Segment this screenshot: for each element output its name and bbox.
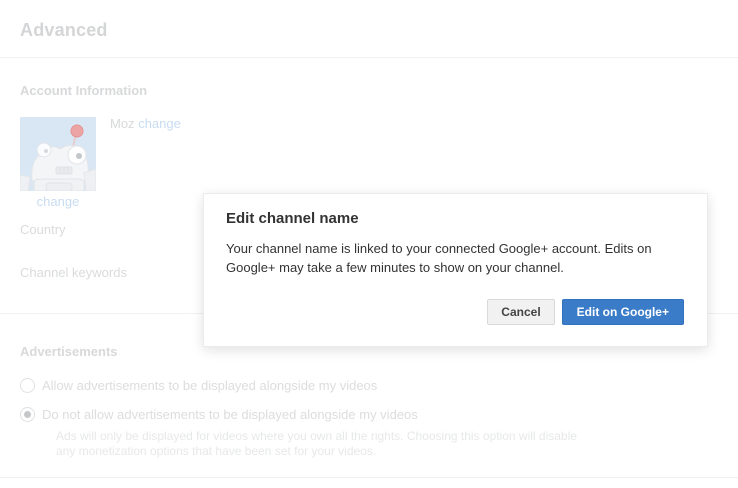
dialog-body-text: Your channel name is linked to your conn… xyxy=(226,241,652,275)
divider xyxy=(0,477,738,478)
ads-allow-label[interactable]: Allow advertisements to be displayed alo… xyxy=(42,378,377,393)
channel-name: Moz xyxy=(110,116,135,131)
radio-unchecked-icon[interactable] xyxy=(20,378,35,393)
account-information-heading: Account Information xyxy=(20,83,148,98)
edit-channel-name-dialog: Edit channel name Your channel name is l… xyxy=(203,193,708,347)
advertisements-heading: Advertisements xyxy=(20,344,118,359)
ads-disallow-label[interactable]: Do not allow advertisements to be displa… xyxy=(42,407,418,422)
dialog-title: Edit channel name xyxy=(226,210,359,227)
radio-checked-icon[interactable] xyxy=(20,407,35,422)
divider xyxy=(0,57,738,58)
channel-keywords-label: Channel keywords xyxy=(20,265,127,280)
dialog-button-row: Cancel Edit on Google+ xyxy=(487,299,684,325)
ads-disallow-option[interactable]: Do not allow advertisements to be displa… xyxy=(20,407,418,422)
cancel-button[interactable]: Cancel xyxy=(487,299,555,325)
page-title: Advanced xyxy=(20,20,108,40)
edit-on-google-plus-button[interactable]: Edit on Google+ xyxy=(561,299,684,325)
channel-name-row: Moz change xyxy=(110,116,181,131)
ads-help-text: Ads will only be displayed for videos wh… xyxy=(56,429,577,458)
moz-robot-avatar-icon xyxy=(20,117,96,191)
change-avatar-link[interactable]: change xyxy=(37,194,80,209)
country-label: Country xyxy=(20,222,66,237)
channel-avatar xyxy=(20,117,96,191)
change-channel-name-link[interactable]: change xyxy=(138,116,181,131)
ads-allow-option[interactable]: Allow advertisements to be displayed alo… xyxy=(20,378,377,393)
advanced-settings-page: Advanced Account Information Moz change … xyxy=(0,0,738,488)
